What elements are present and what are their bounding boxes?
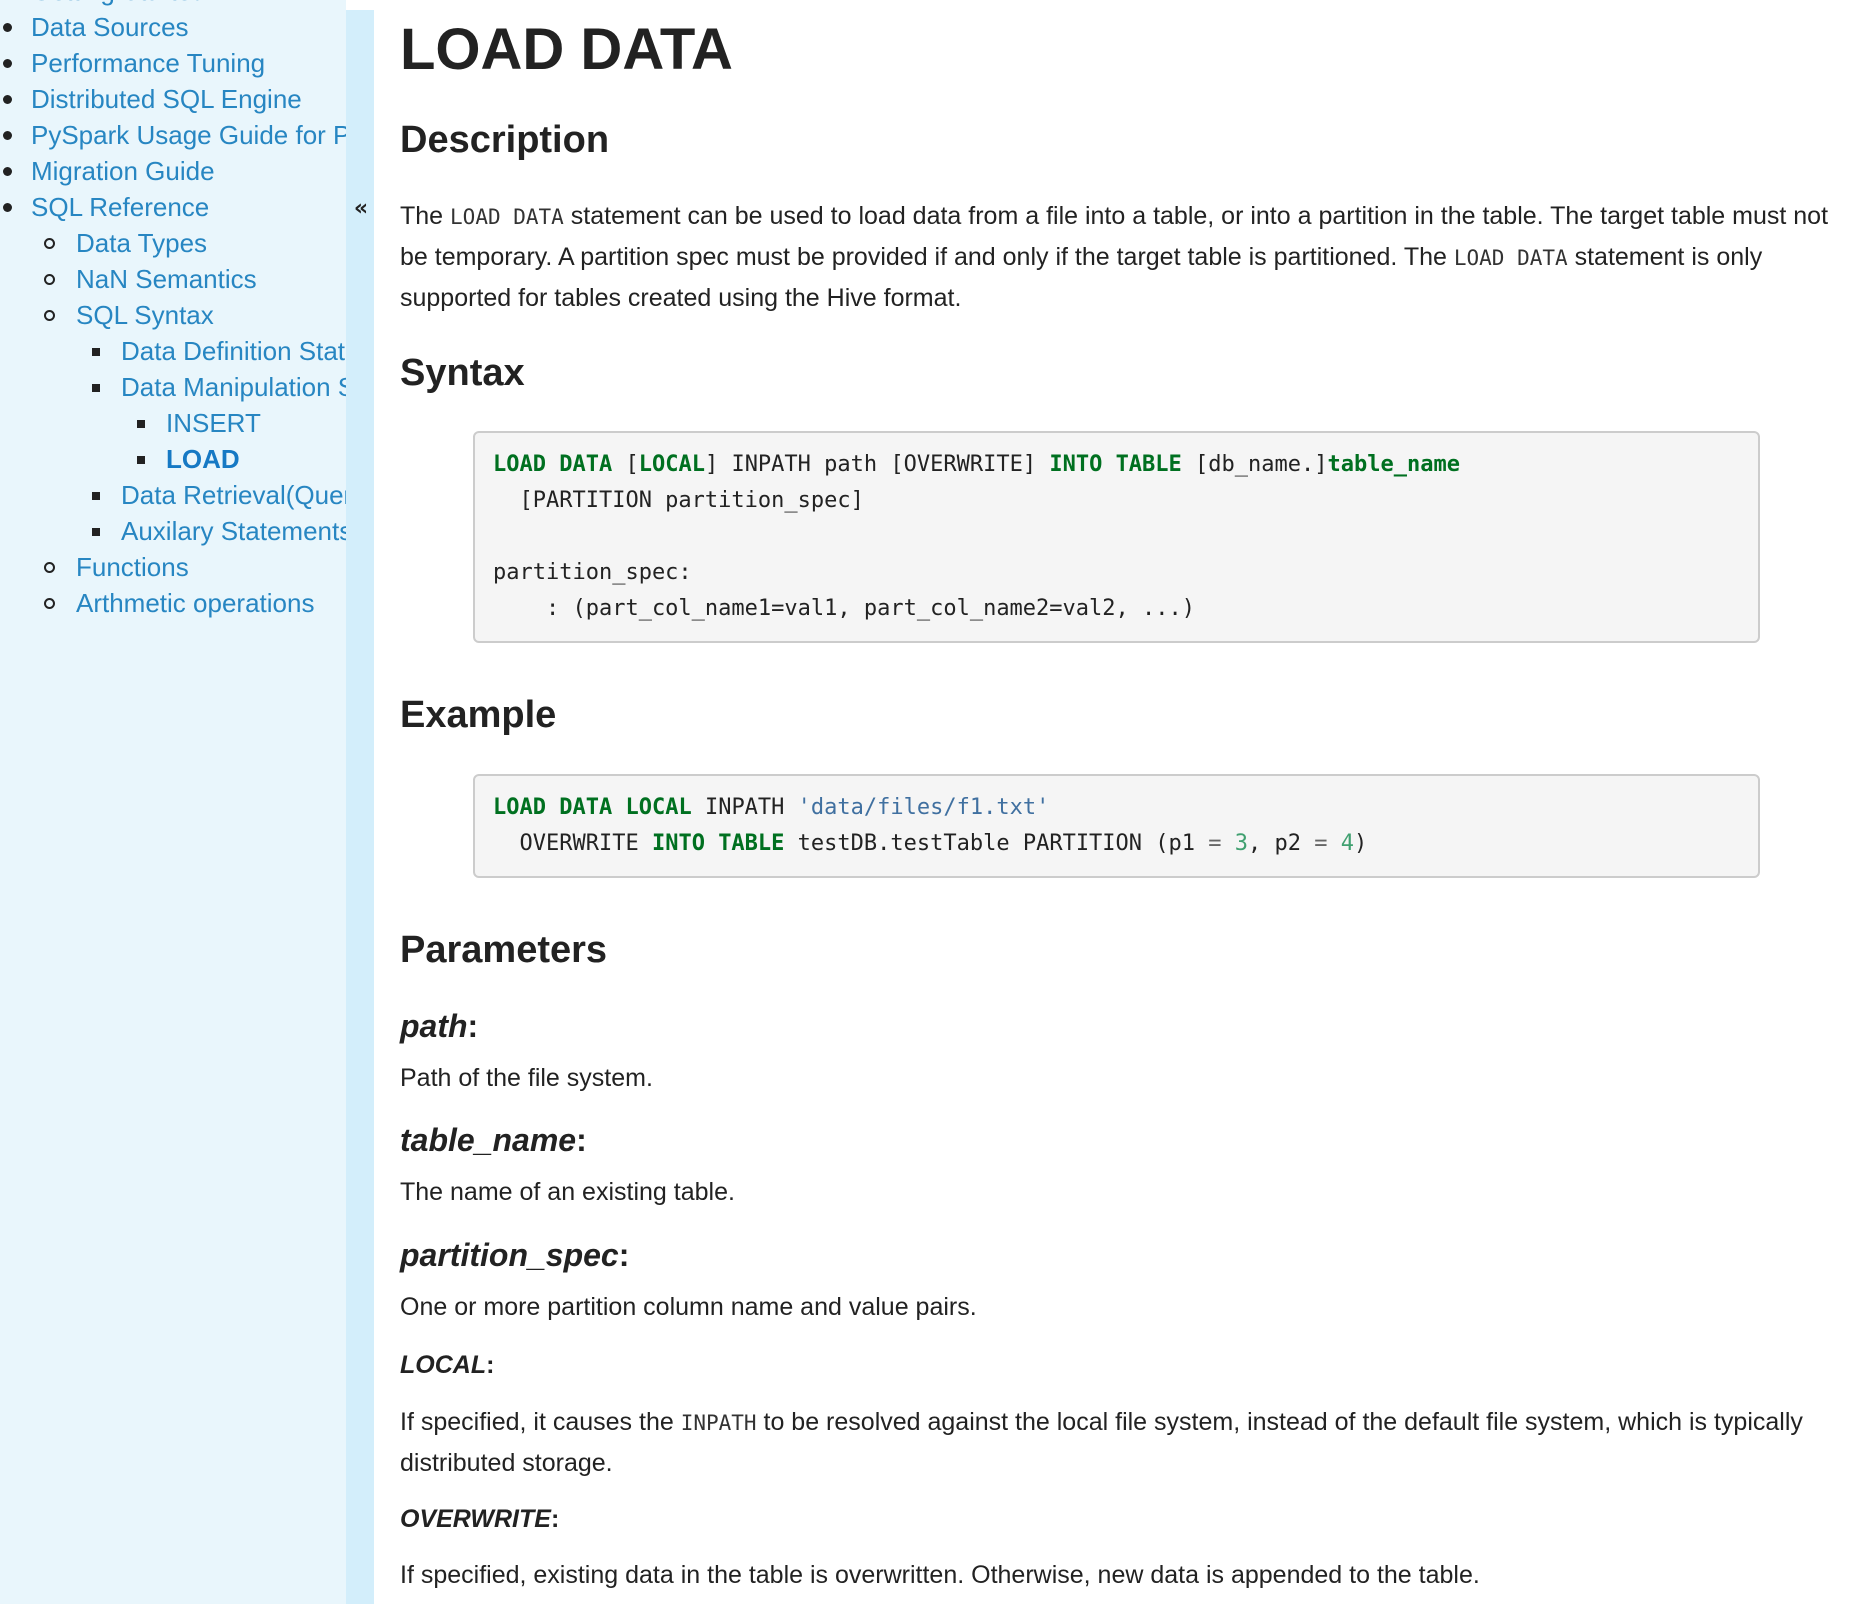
nav-sublist: Data Definition Statements Data Manipula… xyxy=(0,333,346,549)
nav-item: Data Manipulation Statements INSERT LOAD xyxy=(0,369,346,477)
bullet xyxy=(44,562,55,573)
param-path-text: Path of the file system. xyxy=(400,1064,653,1092)
bullet xyxy=(3,131,12,140)
nav-link-performance-tuning[interactable]: Performance Tuning xyxy=(0,45,346,81)
nav-item: Getting Started xyxy=(0,0,346,9)
nav-item: Data Sources xyxy=(0,9,346,45)
nav-link-insert[interactable]: INSERT xyxy=(0,405,346,441)
collapse-sidebar-icon[interactable]: « xyxy=(351,194,371,224)
parameters-heading: Parameters xyxy=(400,929,608,971)
nav-item: Distributed SQL Engine xyxy=(0,81,346,117)
nav-sublist: INSERT LOAD xyxy=(0,405,346,477)
nav-item: Data Types xyxy=(0,225,346,261)
bullet xyxy=(3,59,12,68)
nav-item: SQL Syntax Data Definition Statements Da… xyxy=(0,297,346,549)
bullet xyxy=(3,167,12,176)
bullet xyxy=(92,348,100,356)
nav-item: Data Definition Statements xyxy=(0,333,346,369)
example-heading: Example xyxy=(400,694,557,736)
bullet xyxy=(3,23,12,32)
nav-link-migration-guide[interactable]: Migration Guide xyxy=(0,153,346,189)
inline-code: LOAD DATA xyxy=(1453,246,1568,270)
nav-item: NaN Semantics xyxy=(0,261,346,297)
param-overwrite-heading: OVERWRITE: xyxy=(400,1505,560,1533)
bullet xyxy=(92,528,100,536)
syntax-heading: Syntax xyxy=(400,352,525,394)
nav-link-data-retrieval[interactable]: Data Retrieval(Queries) xyxy=(0,477,346,513)
param-overwrite-text: If specified, existing data in the table… xyxy=(400,1561,1480,1589)
bullet xyxy=(3,203,12,212)
sidebar-nav: Getting Started Data Sources Performance… xyxy=(0,0,346,1604)
bullet xyxy=(92,492,100,500)
nav-item: PySpark Usage Guide for Pandas with Apac… xyxy=(0,117,346,153)
sidebar-collapse-strip[interactable] xyxy=(346,10,374,1604)
nav-link-sql-reference[interactable]: SQL Reference xyxy=(0,189,346,225)
nav-link-data-sources[interactable]: Data Sources xyxy=(0,9,346,45)
param-local-text: If specified, it causes the INPATH to be… xyxy=(400,1408,1803,1477)
param-table-name-text: The name of an existing table. xyxy=(400,1178,735,1206)
nav-link-pyspark-usage-guide[interactable]: PySpark Usage Guide for Pandas with Apac… xyxy=(0,117,346,153)
nav-item: Performance Tuning xyxy=(0,45,346,81)
inline-code: LOAD DATA xyxy=(450,205,564,229)
nav-link-load-active[interactable]: LOAD xyxy=(0,441,346,477)
param-table-name-heading: table_name: xyxy=(400,1122,587,1158)
bullet xyxy=(137,420,145,428)
inline-code: INPATH xyxy=(680,1411,757,1435)
syntax-code-block: LOAD DATA [LOCAL] INPATH path [OVERWRITE… xyxy=(473,431,1760,643)
bullet xyxy=(92,384,100,392)
nav-sublist: Data Types NaN Semantics SQL Syntax Data… xyxy=(0,225,346,621)
param-path-heading: path: xyxy=(400,1008,479,1044)
nav-item: Data Retrieval(Queries) xyxy=(0,477,346,513)
nav-list: Getting Started Data Sources Performance… xyxy=(0,0,346,621)
nav-link-data-manipulation-statements[interactable]: Data Manipulation Statements xyxy=(0,369,346,405)
nav-item: INSERT xyxy=(0,405,346,441)
nav-link-distributed-sql-engine[interactable]: Distributed SQL Engine xyxy=(0,81,346,117)
nav-item: Auxilary Statements xyxy=(0,513,346,549)
nav-item: Migration Guide xyxy=(0,153,346,189)
param-partition-spec-text: One or more partition column name and va… xyxy=(400,1293,977,1321)
bullet xyxy=(44,238,55,249)
param-local-heading: LOCAL: xyxy=(400,1351,495,1379)
example-code-block: LOAD DATA LOCAL INPATH 'data/files/f1.tx… xyxy=(473,774,1760,878)
nav-link-auxilary-statements[interactable]: Auxilary Statements xyxy=(0,513,346,549)
bullet xyxy=(44,598,55,609)
bullet xyxy=(44,274,55,285)
nav-link-data-definition-statements[interactable]: Data Definition Statements xyxy=(0,333,346,369)
description-text: The LOAD DATA statement can be used to l… xyxy=(400,202,1829,312)
nav-link-getting-started[interactable]: Getting Started xyxy=(0,0,346,9)
nav-item: Functions xyxy=(0,549,346,585)
nav-item: SQL Reference Data Types NaN Semantics S… xyxy=(0,189,346,621)
bullet xyxy=(44,310,55,321)
description-heading: Description xyxy=(400,119,610,161)
nav-item: Arthmetic operations xyxy=(0,585,346,621)
param-partition-spec-heading: partition_spec: xyxy=(400,1237,630,1273)
bullet xyxy=(137,456,145,464)
bullet xyxy=(3,95,12,104)
page-title: LOAD DATA xyxy=(400,17,733,82)
nav-item: LOAD xyxy=(0,441,346,477)
